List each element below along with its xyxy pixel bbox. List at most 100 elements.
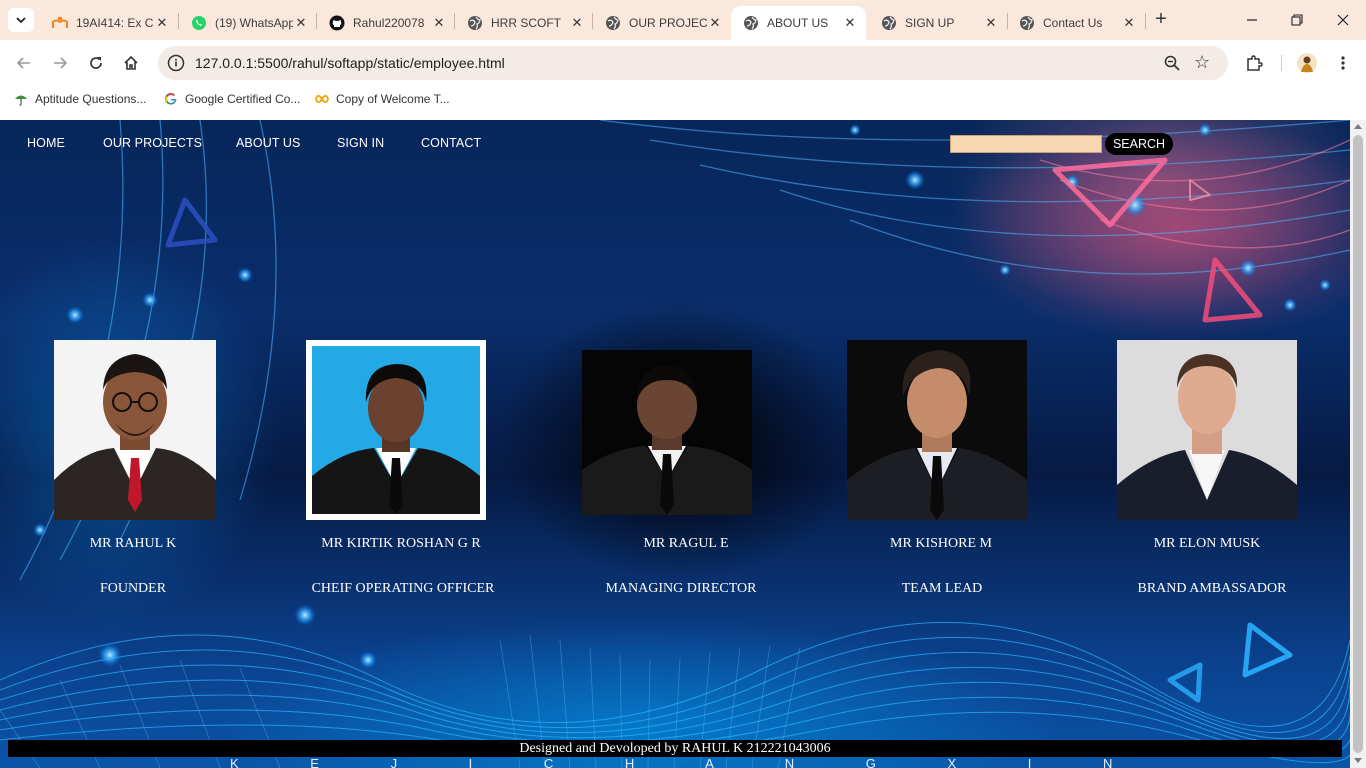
member-name: MR RAHUL K xyxy=(89,536,177,551)
url-text[interactable]: 127.0.0.1:5500/rahul/softapp/static/empl… xyxy=(195,55,505,71)
bookmarks-bar: Aptitude Questions... Google Certified C… xyxy=(0,86,1366,116)
marquee-text: K E J I C H A N G X I N W E I L A I xyxy=(230,756,1130,768)
bookmark-aptitude[interactable]: Aptitude Questions... xyxy=(14,92,146,106)
zoom-icon[interactable] xyxy=(1163,54,1181,72)
bookmark-copy-of-welcome[interactable]: Copy of Welcome T... xyxy=(315,92,450,106)
member-photo-rahul xyxy=(54,340,216,520)
member-role: FOUNDER xyxy=(99,581,167,596)
bookmark-label: Google Certified Co... xyxy=(185,92,301,106)
bookmark-star-icon[interactable]: ☆ xyxy=(1194,53,1214,73)
close-icon[interactable]: ✕ xyxy=(569,15,585,31)
globe-icon xyxy=(467,15,483,31)
close-icon[interactable]: ✕ xyxy=(293,15,309,31)
profile-avatar[interactable] xyxy=(1296,52,1318,74)
close-icon[interactable]: ✕ xyxy=(842,15,858,31)
scrollbar-thumb[interactable] xyxy=(1353,135,1363,753)
infinity-icon xyxy=(315,92,329,106)
search-input[interactable] xyxy=(950,135,1102,153)
tab-title: (19) WhatsApp xyxy=(215,16,293,30)
address-bar[interactable]: 127.0.0.1:5500/rahul/softapp/static/empl… xyxy=(158,46,1228,80)
close-icon[interactable]: ✕ xyxy=(431,15,447,31)
reload-icon xyxy=(90,57,102,69)
browser-toolbar: 127.0.0.1:5500/rahul/softapp/static/empl… xyxy=(0,40,1366,86)
bookmark-label: Copy of Welcome T... xyxy=(336,92,450,106)
tab-contact-us[interactable]: Contact Us ✕ xyxy=(1007,6,1145,40)
portrait-image xyxy=(582,350,752,515)
nav-home-link[interactable]: HOME xyxy=(27,136,65,150)
member-name: MR KIRTIK ROSHAN G R xyxy=(321,536,481,551)
globe-icon xyxy=(881,15,897,31)
minimize-icon xyxy=(1247,19,1257,21)
bookmark-label: Aptitude Questions... xyxy=(35,92,147,106)
member-photo-ragul xyxy=(582,350,752,515)
minimize-button[interactable] xyxy=(1240,8,1264,32)
nav-our-projects-link[interactable]: OUR PROJECTS xyxy=(103,136,202,150)
search-button[interactable]: SEARCH xyxy=(1105,133,1173,155)
member-photo-kirtik xyxy=(306,340,486,520)
back-button[interactable] xyxy=(13,52,35,74)
close-window-button[interactable] xyxy=(1331,8,1355,32)
extensions-button[interactable] xyxy=(1243,52,1265,74)
forward-button[interactable] xyxy=(49,52,71,74)
globe-icon xyxy=(605,15,621,31)
tab-title: Contact Us xyxy=(1043,16,1103,30)
member-photo-elon xyxy=(1117,340,1297,520)
home-button[interactable] xyxy=(120,52,142,74)
page-content: HOME OUR PROJECTS ABOUT US SIGN IN CONTA… xyxy=(0,120,1366,768)
portrait-image xyxy=(54,340,216,520)
tab-our-projects[interactable]: OUR PROJECTS ✕ xyxy=(593,6,731,40)
close-icon[interactable]: ✕ xyxy=(1121,15,1137,31)
bookmark-google-certified[interactable]: Google Certified Co... xyxy=(164,92,300,106)
tab-sign-up[interactable]: SIGN UP ✕ xyxy=(869,6,1007,40)
nav-sign-in-link[interactable]: SIGN IN xyxy=(337,136,384,150)
kebab-menu-icon xyxy=(1341,56,1345,70)
member-name: MR RAGUL E xyxy=(643,536,729,551)
restore-button[interactable] xyxy=(1285,8,1309,32)
home-icon xyxy=(124,55,138,70)
arrow-right-icon xyxy=(54,57,68,69)
tab-whatsapp[interactable]: (19) WhatsApp ✕ xyxy=(179,6,317,40)
close-icon[interactable]: ✕ xyxy=(154,15,170,31)
close-icon[interactable]: ✕ xyxy=(983,15,999,31)
scroll-up-arrow-icon[interactable] xyxy=(1354,124,1362,129)
member-role: TEAM LEAD xyxy=(901,581,983,596)
portrait-image xyxy=(847,340,1027,520)
new-tab-button[interactable]: + xyxy=(1151,9,1171,30)
restore-icon xyxy=(1291,14,1303,26)
tab-title: SIGN UP xyxy=(905,16,955,30)
member-photo-kishore xyxy=(847,340,1027,520)
chevron-down-icon xyxy=(16,17,26,24)
member-role: MANAGING DIRECTOR xyxy=(605,581,757,596)
tab-19ai414[interactable]: 19AI414: Ex C ✕ xyxy=(40,6,178,40)
tab-divider xyxy=(1145,13,1146,29)
scroll-down-arrow-icon[interactable] xyxy=(1354,758,1362,763)
portrait-image xyxy=(312,346,480,514)
nav-about-us-link[interactable]: ABOUT US xyxy=(236,136,300,150)
portrait-image xyxy=(1117,340,1297,520)
tab-search-button[interactable] xyxy=(8,8,34,32)
browser-menu-button[interactable] xyxy=(1332,52,1354,74)
globe-icon xyxy=(743,15,759,31)
avatar-icon xyxy=(1297,53,1317,73)
google-icon xyxy=(164,92,178,106)
close-icon xyxy=(1337,14,1349,26)
tab-github[interactable]: Rahul220078 ✕ xyxy=(317,6,455,40)
toolbar-divider xyxy=(1281,55,1282,71)
tab-about-us[interactable]: ABOUT US ✕ xyxy=(731,6,866,40)
reload-button[interactable] xyxy=(85,52,107,74)
arrow-left-icon xyxy=(16,57,30,69)
member-name: MR KISHORE M xyxy=(890,536,992,551)
tab-strip: 19AI414: Ex C ✕ (19) WhatsApp ✕ Rahul220… xyxy=(0,0,1366,40)
close-icon[interactable]: ✕ xyxy=(707,15,723,31)
info-icon[interactable] xyxy=(166,53,186,73)
globe-icon xyxy=(1019,15,1035,31)
page-scrollbar[interactable] xyxy=(1350,120,1366,768)
nav-contact-link[interactable]: CONTACT xyxy=(421,136,481,150)
tab-hrr-scoft[interactable]: HRR SCOFT ✕ xyxy=(455,6,593,40)
moodle-icon xyxy=(52,15,68,31)
tab-title: 19AI414: Ex C xyxy=(76,16,154,30)
tab-title: Rahul220078 xyxy=(353,16,425,30)
member-role: CHEIF OPERATING OFFICER xyxy=(311,581,495,596)
tab-title: OUR PROJECTS xyxy=(629,16,707,30)
puzzle-icon xyxy=(1247,55,1263,71)
